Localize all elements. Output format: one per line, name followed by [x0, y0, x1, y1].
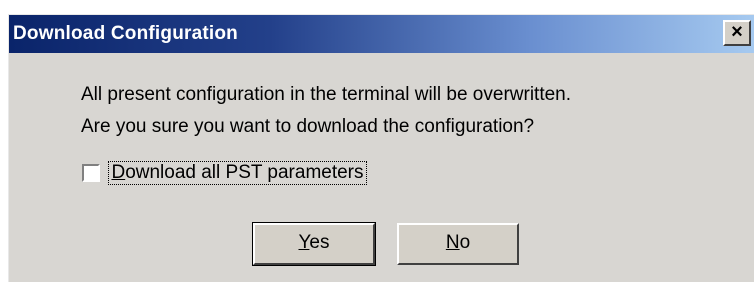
yes-label-text: es — [309, 232, 330, 253]
yes-button[interactable]: Yes — [252, 222, 376, 266]
download-configuration-dialog: Download Configuration × All present con… — [8, 14, 754, 282]
title-bar[interactable]: Download Configuration × — [9, 15, 754, 53]
yes-mnemonic: Y — [298, 232, 310, 253]
close-icon: × — [731, 21, 743, 43]
close-button[interactable]: × — [723, 20, 751, 46]
message-line-1: All present configuration in the termina… — [81, 84, 572, 105]
download-all-pst-parameters-checkbox[interactable] — [82, 164, 100, 182]
checkbox-label-text: ownload all PST parameters — [125, 162, 364, 183]
no-label-text: o — [459, 232, 471, 253]
no-mnemonic: N — [445, 232, 460, 253]
dialog-title: Download Configuration — [13, 23, 238, 44]
confirmation-message: All present configuration in the termina… — [81, 79, 571, 143]
no-button[interactable]: No — [397, 223, 519, 265]
download-all-pst-parameters-label[interactable]: Download all PST parameters — [108, 161, 367, 185]
message-line-2: Are you sure you want to download the co… — [81, 116, 535, 137]
download-all-pst-parameters-option[interactable]: Download all PST parameters — [82, 161, 367, 187]
checkbox-mnemonic: D — [111, 162, 126, 183]
